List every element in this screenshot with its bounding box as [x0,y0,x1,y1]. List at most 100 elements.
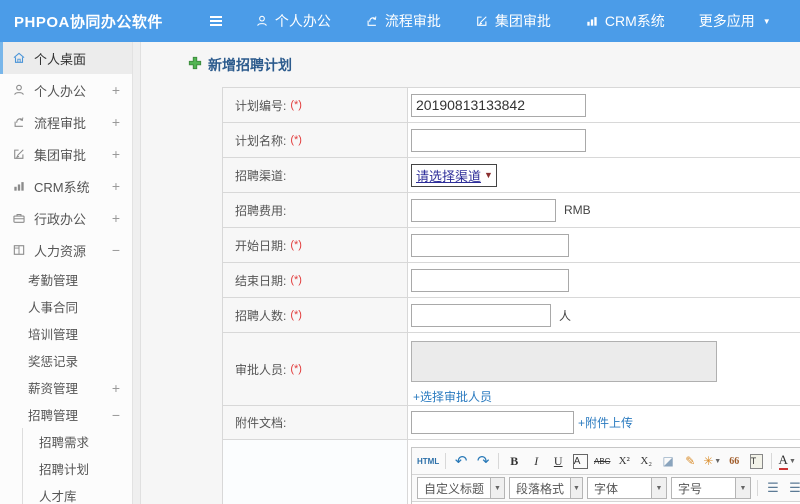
approvers-picker-link[interactable]: +选择审批人员 [413,388,492,405]
expand-toggle-icon[interactable]: + [112,179,120,193]
topbar-item-集团审批[interactable]: 集团审批 [475,11,551,31]
form-label-recruit-count: 招聘人数: (*) [223,298,408,332]
form-row-recruit-channel: 招聘渠道: 请选择渠道 ▼ [223,158,800,193]
plan-name-input[interactable] [411,128,586,152]
expand-toggle-icon[interactable]: + [112,381,120,395]
sidebar-item-人才库[interactable]: 人才库 [23,482,132,504]
combo-label: 字体 [594,481,619,496]
edit-icon [12,147,26,161]
blockquote-icon: 66 [729,455,740,467]
topbar-item-label: CRM系统 [604,13,665,29]
sidebar-item-考勤管理[interactable]: 考勤管理 [0,266,132,293]
format-brush-button[interactable]: ✎ [680,451,700,471]
workflow-icon [12,115,26,129]
paste-text-button[interactable]: T [746,451,766,471]
recruit-count-input[interactable] [411,303,551,327]
sidebar-item-招聘需求[interactable]: 招聘需求 [23,428,132,455]
form-label-recruit-cost: 招聘费用: [223,193,408,227]
plan-number-input[interactable] [411,93,586,117]
justify-left-icon: ☰ [767,480,779,495]
strikethrough-button[interactable]: ABC [592,451,612,471]
sidebar-item-个人办公[interactable]: 个人办公 + [0,74,132,106]
paste-text-icon: T [749,453,763,469]
required-marker: (*) [290,363,302,375]
topbar-item-流程审批[interactable]: 流程审批 [365,11,441,31]
sidebar-item-人事合同[interactable]: 人事合同 [0,293,132,320]
recruit-cost-input[interactable] [411,198,556,222]
sidebar-item-招聘计划[interactable]: 招聘计划 [23,455,132,482]
required-marker: (*) [290,239,302,251]
expand-toggle-icon[interactable]: − [112,243,120,257]
font-color-button[interactable]: A ▼ [777,451,797,471]
expand-toggle-icon[interactable]: + [112,147,120,161]
superscript-button[interactable]: X² [614,451,634,471]
topbar-item-个人办公[interactable]: 个人办公 [255,11,331,31]
rich-text-editor: HTML↶↷BIUAABCX²X₂◪✎✳▼66TA▼ab▼自定义标题▼段落格式▼… [411,447,800,504]
sidebar: 个人桌面 个人办公 + 流程审批 + 集团审批 + CRM系统 + 行政办公 + 人力资源 − 考勤管理… [0,42,133,504]
sidebar-item-集团审批[interactable]: 集团审批 + [0,138,132,170]
subscript-button[interactable]: X₂ [636,451,656,471]
custom-title-combo[interactable]: 自定义标题 ▼ [417,477,505,499]
sidebar-item-个人桌面[interactable]: 个人桌面 [0,42,132,74]
sidebar-scrollbar[interactable] [133,42,141,504]
approvers-textarea[interactable] [411,341,717,382]
sidebar-item-行政办公[interactable]: 行政办公 + [0,202,132,234]
underline-button[interactable]: U [548,451,568,471]
html-source-button[interactable]: HTML [416,451,440,471]
sidebar-item-薪资管理[interactable]: 薪资管理 + [0,374,132,401]
topbar-item-label: 个人办公 [274,13,331,29]
sidebar-item-人力资源[interactable]: 人力资源 − [0,234,132,266]
remove-format-eraser-button[interactable]: ◪ [658,451,678,471]
form-control-cell-approvers: +选择审批人员 [408,333,800,405]
end-date-input[interactable] [411,268,569,292]
form-row-attachment: 附件文档: +附件上传 [223,406,800,440]
sidebar-item-培训管理[interactable]: 培训管理 [0,320,132,347]
expand-toggle-icon[interactable]: + [112,211,120,225]
font-family-combo[interactable]: 字体 ▼ [587,477,667,499]
redo-icon: ↷ [476,453,490,470]
auto-typeset-wand-button[interactable]: ✳ ▼ [702,451,722,471]
form-row-start-date: 开始日期: (*) [223,228,800,263]
required-marker: (*) [290,99,302,111]
sidebar-item-CRM系统[interactable]: CRM系统 + [0,170,132,202]
caret-down-icon: ▼ [490,478,504,498]
required-marker: (*) [290,274,302,286]
user-icon [255,14,269,28]
blockquote-button[interactable]: 66 [724,451,744,471]
hamburger-menu-icon[interactable] [203,8,229,34]
form-row-end-date: 结束日期: (*) [223,263,800,298]
italic-button[interactable]: I [526,451,546,471]
justify-left-button[interactable]: ☰ [763,478,783,498]
recruit-plan-form: 计划编号:(*)计划名称:(*)招聘渠道:请选择渠道▼招聘费用:RMB开始日期:… [222,87,800,504]
attachment-input[interactable] [411,411,574,434]
paragraph-format-combo[interactable]: 段落格式 ▼ [509,477,583,499]
topbar-item-CRM系统[interactable]: CRM系统 [585,11,665,31]
justify-center-button[interactable]: ☰ [785,478,800,498]
recruit-channel-select[interactable]: 请选择渠道 ▼ [411,163,497,187]
topbar-item-label: 流程审批 [384,13,441,29]
toolbar-separator [498,453,500,469]
justify-center-icon: ☰ [789,480,800,495]
font-size-combo[interactable]: 字号 ▼ [671,477,751,499]
sidebar-item-奖惩记录[interactable]: 奖惩记录 [0,347,132,374]
form-row-approvers: 审批人员: (*) +选择审批人员 [223,333,800,406]
caret-down-icon: ▼ [788,457,796,465]
sidebar-item-招聘管理[interactable]: 招聘管理 − [0,401,132,428]
expand-toggle-icon[interactable]: − [112,408,120,422]
font-border-button[interactable]: A [570,451,590,471]
expand-toggle-icon[interactable]: + [112,83,120,97]
chart-icon [12,179,26,193]
sidebar-item-流程审批[interactable]: 流程审批 + [0,106,132,138]
start-date-input[interactable] [411,233,569,257]
auto-typeset-wand-icon: ✳ [703,454,714,468]
caret-down-icon: ▼ [735,478,750,498]
subscript-icon: X₂ [640,455,653,467]
redo-button[interactable]: ↷ [473,451,493,471]
add-plus-icon [188,56,202,75]
topbar-item-更多应用[interactable]: 更多应用 ▼ [699,11,771,31]
attachment-upload-link[interactable]: +附件上传 [578,414,633,431]
expand-toggle-icon[interactable]: + [112,115,120,129]
undo-button[interactable]: ↶ [451,451,471,471]
field-label: 招聘渠道: [235,168,287,183]
bold-button[interactable]: B [504,451,524,471]
